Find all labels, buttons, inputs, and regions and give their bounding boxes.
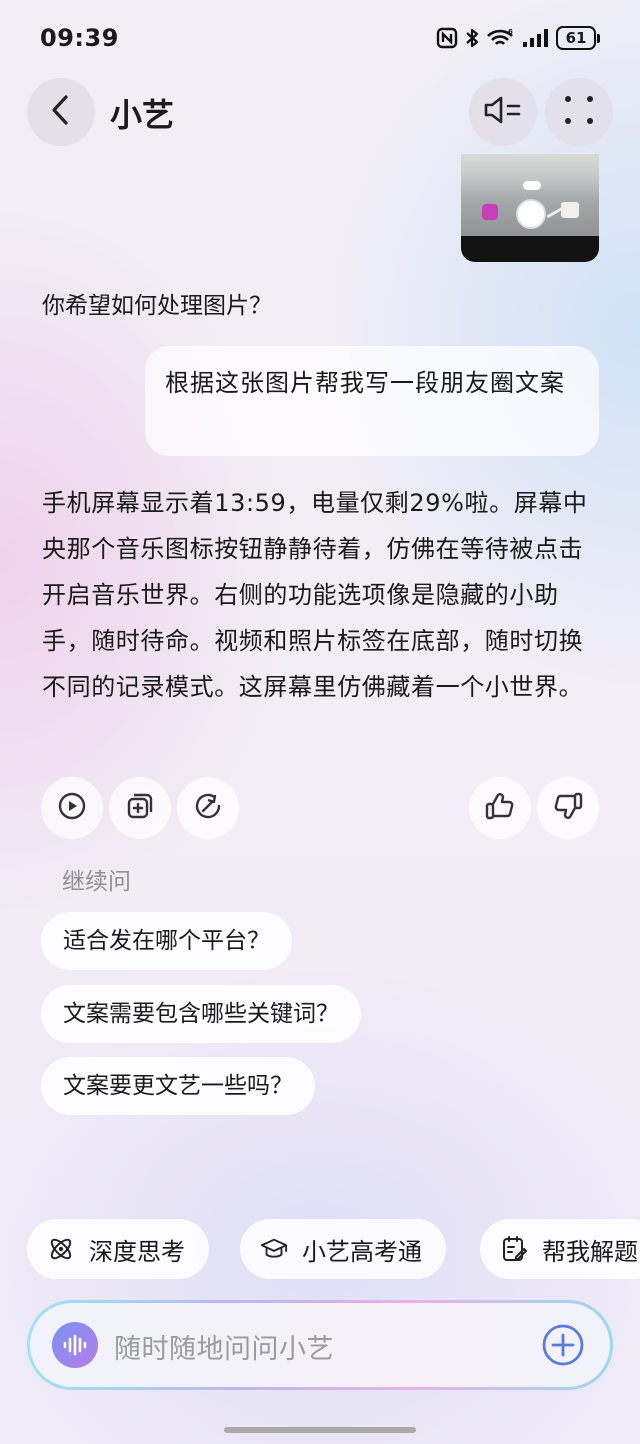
thumbs-up-button[interactable] [469, 777, 531, 839]
share-button[interactable] [177, 777, 239, 839]
shortcut-deep-thinking[interactable]: 深度思考 [27, 1219, 209, 1279]
play-icon [57, 791, 87, 825]
speaker-icon [483, 95, 523, 129]
thumbs-down-icon [552, 790, 584, 826]
more-dots-icon [563, 94, 595, 130]
edit-checklist-icon [500, 1235, 528, 1263]
signal-icon [522, 28, 550, 48]
home-indicator[interactable] [224, 1427, 416, 1433]
wifi-icon: 6 [486, 27, 516, 49]
thumbnail-bottom-bar [461, 236, 599, 262]
graduation-cap-icon [260, 1235, 288, 1263]
back-arrow-icon [48, 93, 74, 131]
assistant-question: 你希望如何处理图片？ [42, 293, 272, 319]
assistant-answer: 手机屏幕显示着13:59，电量仅剩29%啦。屏幕中央那个音乐图标按钮静静待着，仿… [42, 489, 588, 701]
shortcut-row: 深度思考 小艺高考通 帮我解题 [0, 1219, 640, 1279]
followup-chip[interactable]: 适合发在哪个平台？ [41, 912, 292, 970]
user-message-bubble: 根据这张图片帮我写一段朋友圈文案 [145, 346, 599, 456]
atom-icon [47, 1235, 75, 1263]
thumbnail-shutter-icon [516, 199, 546, 229]
thumbnail-app-icon-2 [561, 202, 579, 218]
more-button[interactable] [545, 78, 613, 146]
add-attachment-icon[interactable] [540, 1322, 586, 1368]
shortcut-solve-problem[interactable]: 帮我解题 [480, 1219, 640, 1279]
followup-label: 继续问 [62, 869, 131, 895]
voice-input-icon[interactable] [52, 1322, 98, 1368]
svg-text:6: 6 [508, 28, 513, 36]
followup-chip[interactable]: 文案需要包含哪些关键词？ [41, 985, 361, 1043]
status-time: 09:39 [40, 24, 119, 52]
speaker-button[interactable] [469, 78, 537, 146]
copy-button[interactable] [109, 777, 171, 839]
bluetooth-icon [464, 27, 480, 49]
shortcut-label: 深度思考 [89, 1237, 185, 1266]
battery-level: 61 [556, 26, 596, 50]
followup-chip[interactable]: 文案要更文艺一些吗？ [41, 1057, 315, 1115]
nfc-icon [436, 27, 458, 49]
share-icon [193, 791, 223, 825]
status-icons: 6 61 [436, 26, 600, 50]
shortcut-label: 小艺高考通 [302, 1237, 422, 1266]
shortcut-label: 帮我解题 [542, 1237, 638, 1266]
back-button[interactable] [27, 78, 95, 146]
header: 小艺 [0, 78, 640, 148]
battery-icon: 61 [556, 26, 600, 50]
copy-icon [125, 791, 155, 825]
play-button[interactable] [41, 777, 103, 839]
thumbnail-app-icon [482, 204, 498, 220]
status-bar: 09:39 6 61 [0, 0, 640, 78]
thumbnail-label-pill [523, 181, 541, 190]
thumbs-down-button[interactable] [537, 777, 599, 839]
chat-input-inner: 随时随地问问小艺 [30, 1303, 610, 1387]
shortcut-gaokao[interactable]: 小艺高考通 [240, 1219, 446, 1279]
chat-input-placeholder[interactable]: 随时随地问问小艺 [114, 1327, 334, 1366]
chat-input-bar[interactable]: 随时随地问问小艺 [27, 1300, 613, 1390]
shared-image-thumbnail[interactable] [461, 154, 599, 262]
thumbs-up-icon [484, 790, 516, 826]
page-title: 小艺 [110, 96, 175, 134]
